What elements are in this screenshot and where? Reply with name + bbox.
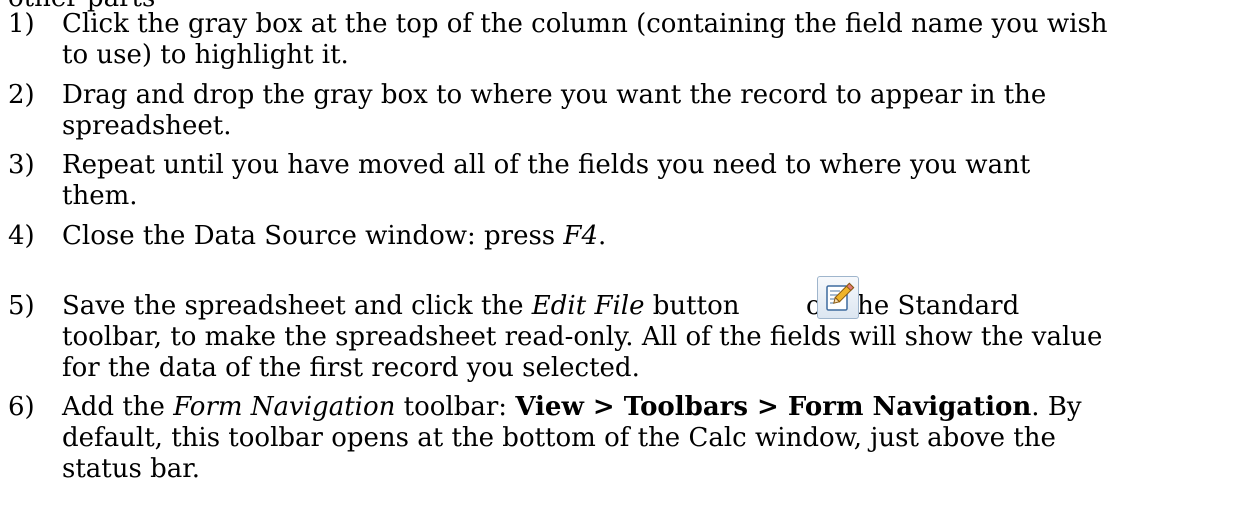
step-text-continued: status bar.	[62, 454, 201, 484]
step-text: Click the gray box at the top of the col…	[62, 9, 1108, 39]
step-number: 6)	[8, 392, 35, 422]
step-text-continued: them.	[62, 181, 138, 211]
step-text-line: Close the Data Source window: press F4.	[62, 221, 1248, 252]
edit-file-pencil-icon	[817, 276, 859, 319]
step-4: 4) Close the Data Source window: press F…	[8, 221, 1248, 252]
step-text-continued: default, this toolbar opens at the botto…	[62, 423, 1056, 453]
step-2: 2) Drag and drop the gray box to where y…	[8, 80, 1248, 142]
step-text: Add the	[62, 392, 174, 422]
step-number: 3)	[8, 150, 35, 180]
step-text-line: Add the Form Navigation toolbar: View > …	[62, 392, 1248, 423]
step-text-mid: toolbar:	[395, 392, 516, 422]
step-6: 6) Add the Form Navigation toolbar: View…	[8, 392, 1248, 485]
step-text: Save the spreadsheet and click the	[62, 291, 532, 321]
step-text-continued: spreadsheet.	[62, 111, 232, 141]
step-text-line: Save the spreadsheet and click the Edit …	[62, 291, 1248, 322]
step-1: 1) Click the gray box at the top of the …	[8, 9, 1248, 71]
step-text-end: .	[598, 221, 607, 251]
step-text: Repeat until you have moved all of the f…	[62, 150, 1031, 180]
step-text-continued: for the data of the first record you sel…	[62, 353, 640, 383]
menu-path: View > Toolbars > Form Navigation	[515, 392, 1032, 422]
edit-file-icon-wrapper	[817, 276, 861, 321]
step-number: 1)	[8, 9, 35, 39]
step-text-continued: to use) to highlight it.	[62, 40, 349, 70]
step-number: 5)	[8, 291, 35, 321]
toolbar-name: Form Navigation	[173, 392, 396, 422]
button-name: Edit File	[531, 291, 645, 321]
step-text: Drag and drop the gray box to where you …	[62, 80, 1047, 110]
step-text-continued: toolbar, to make the spreadsheet read-on…	[62, 322, 1103, 352]
step-number: 4)	[8, 221, 35, 251]
key-name: F4	[563, 221, 599, 251]
step-3: 3) Repeat until you have moved all of th…	[8, 150, 1248, 212]
step-text-end: . By	[1031, 392, 1082, 422]
step-text: Close the Data Source window: press	[62, 221, 564, 251]
step-text-mid: button	[644, 291, 748, 321]
step-number: 2)	[8, 80, 35, 110]
step-5: 5) Save the spreadsheet and click the Ed…	[8, 291, 1248, 384]
